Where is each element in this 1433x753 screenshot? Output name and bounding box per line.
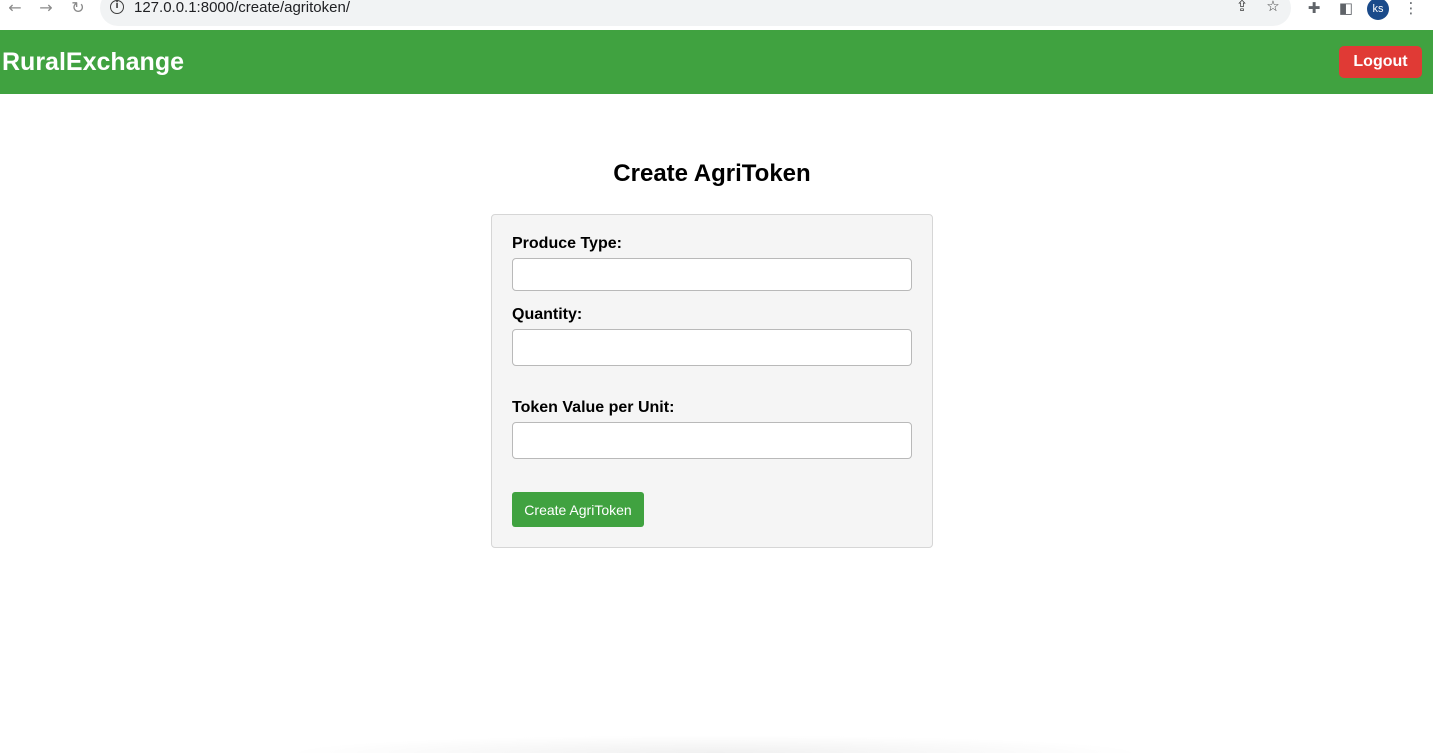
create-agritoken-form: Produce Type: Quantity: Token Value per … [491,214,933,548]
reload-icon[interactable]: ↻ [67,0,89,18]
browser-toolbar: ← → ↻ i 127.0.0.1:8000/create/agritoken/… [0,0,1433,30]
address-bar[interactable]: i 127.0.0.1:8000/create/agritoken/ ⇪ ☆ [100,0,1291,26]
quantity-label: Quantity: [512,306,583,323]
forward-arrow-icon[interactable]: → [35,0,57,18]
browser-menu-icon[interactable]: ⋮ [1402,0,1420,18]
quantity-input[interactable] [512,329,912,366]
bottom-shadow [280,735,1150,753]
site-info-icon[interactable]: i [110,0,124,14]
logout-button[interactable]: Logout [1339,46,1422,78]
produce-type-input[interactable] [512,258,912,291]
share-icon[interactable]: ⇪ [1233,0,1251,16]
token-value-label: Token Value per Unit: [512,399,675,416]
bookmark-star-icon[interactable]: ☆ [1264,0,1282,16]
extensions-icon[interactable]: ✚ [1305,0,1323,18]
app-header: RuralExchange Logout [0,30,1433,94]
profile-avatar[interactable]: ks [1367,0,1389,20]
page-title: Create AgriToken [613,160,811,187]
back-arrow-icon[interactable]: ← [4,0,26,18]
create-agritoken-button[interactable]: Create AgriToken [512,492,644,527]
token-value-input[interactable] [512,422,912,459]
brand-logo-text[interactable]: RuralExchange [2,48,184,77]
side-panel-icon[interactable]: ◧ [1337,0,1355,18]
produce-type-label: Produce Type: [512,235,622,252]
url-text[interactable]: 127.0.0.1:8000/create/agritoken/ [134,0,350,16]
